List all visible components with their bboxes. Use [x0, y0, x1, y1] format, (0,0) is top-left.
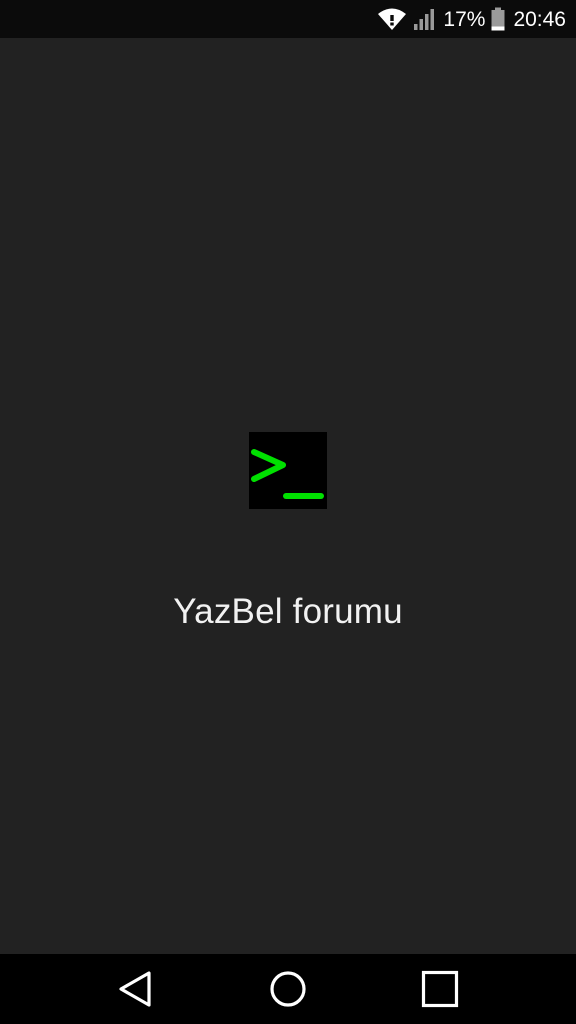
back-button[interactable]	[86, 954, 186, 1024]
home-button[interactable]	[238, 954, 338, 1024]
app-title: YazBel forumu	[173, 592, 403, 631]
navigation-bar	[0, 954, 576, 1024]
battery-percent: 17%	[443, 7, 486, 31]
wifi-icon	[377, 7, 407, 31]
signal-icon	[413, 7, 437, 31]
home-icon	[270, 971, 306, 1007]
clock: 20:46	[513, 7, 566, 31]
recents-icon	[421, 970, 459, 1008]
recents-button[interactable]	[390, 954, 490, 1024]
battery-icon	[491, 7, 505, 31]
status-bar: 17% 20:46	[0, 0, 576, 38]
terminal-prompt-icon	[251, 449, 324, 499]
back-icon	[119, 971, 151, 1007]
app-logo	[249, 432, 327, 509]
splash-screen: YazBel forumu	[0, 38, 576, 954]
